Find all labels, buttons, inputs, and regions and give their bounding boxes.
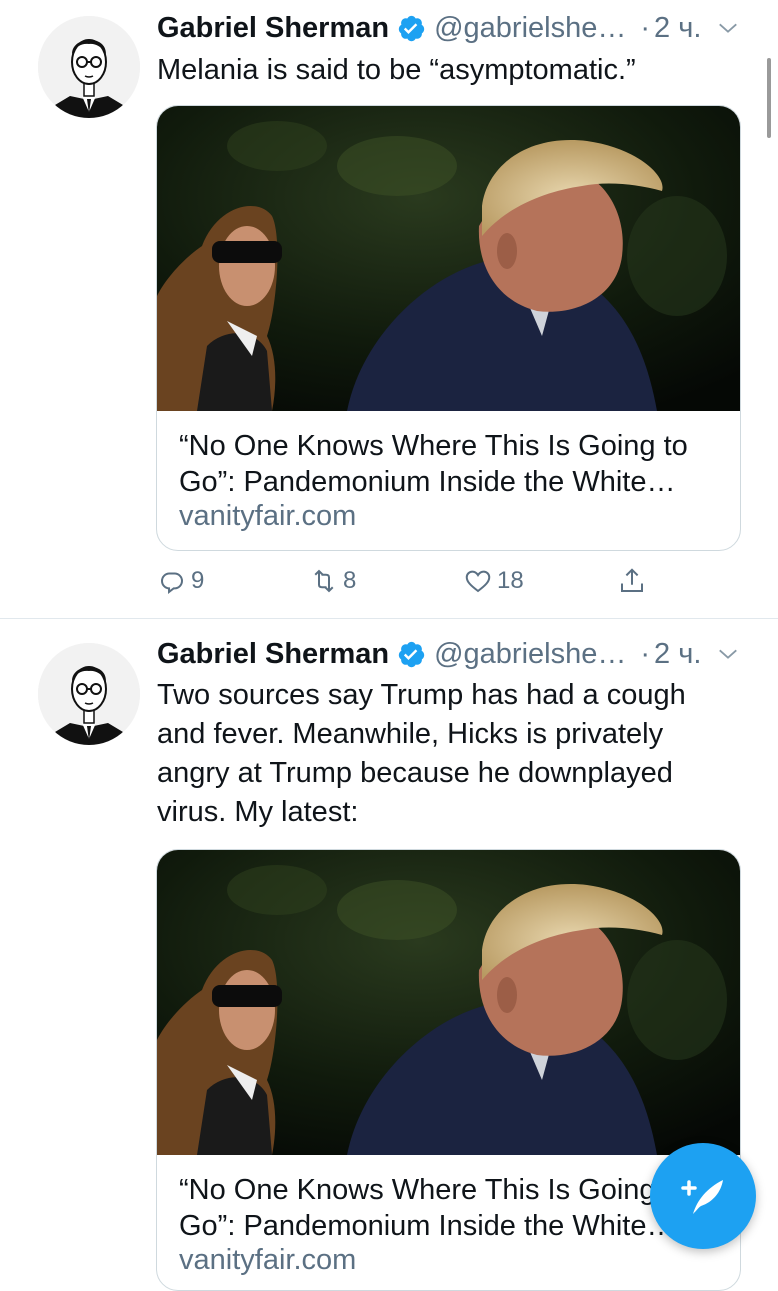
retweet-icon <box>314 569 334 593</box>
author-name[interactable]: Gabriel Sherman <box>157 12 389 45</box>
scrollbar[interactable] <box>767 58 771 138</box>
avatar[interactable] <box>38 643 140 745</box>
heart-icon <box>465 570 491 593</box>
tweet-text: Melania is said to be “asymptomatic.” <box>157 54 636 86</box>
reply-count: 9 <box>191 567 205 594</box>
chevron-down-icon[interactable] <box>717 643 739 665</box>
separator: · <box>640 11 651 44</box>
link-card[interactable]: “No One Knows Where This Is Going to Go”… <box>156 105 741 551</box>
chevron-down-icon[interactable] <box>717 17 739 39</box>
card-title: “No One Knows Where This Is Going to Go”… <box>179 1174 688 1242</box>
tweet-actions: 9 8 18 <box>157 566 677 602</box>
card-title: “No One Knows Where This Is Going to Go”… <box>179 430 688 498</box>
author-handle: @gabrielshe… <box>434 637 627 670</box>
share-icon <box>621 568 643 592</box>
retweet-button[interactable]: 8 <box>309 566 356 596</box>
author-name[interactable]: Gabriel Sherman <box>157 638 389 671</box>
compose-tweet-button[interactable] <box>650 1143 756 1249</box>
tweet[interactable]: Gabriel Sherman @gabrielshe… · 2 ч. Mela… <box>0 0 778 619</box>
avatar-illustration <box>38 16 140 118</box>
link-card[interactable]: “No One Knows Where This Is Going to Go”… <box>156 849 741 1291</box>
retweet-count: 8 <box>343 567 357 594</box>
compose-tweet-icon <box>681 1180 723 1214</box>
card-domain: vanityfair.com <box>179 500 357 532</box>
reply-icon <box>160 572 184 594</box>
separator: · <box>640 637 651 670</box>
tweet-header: Gabriel Sherman @gabrielshe… · 2 ч. <box>157 634 748 674</box>
reply-button[interactable]: 9 <box>157 566 204 596</box>
verified-badge-icon <box>398 15 425 41</box>
verified-badge-icon <box>398 641 425 667</box>
avatar-illustration <box>38 643 140 745</box>
like-count: 18 <box>497 567 524 594</box>
timestamp[interactable]: 2 ч. <box>654 638 701 671</box>
tweet-text: Two sources say Trump has had a cough an… <box>157 679 686 828</box>
card-image <box>157 850 740 1155</box>
avatar[interactable] <box>38 16 140 118</box>
tweet-header: Gabriel Sherman @gabrielshe… · 2 ч. <box>157 8 748 48</box>
like-button[interactable]: 18 <box>463 566 524 596</box>
card-domain: vanityfair.com <box>179 1244 357 1276</box>
author-handle: @gabrielshe… <box>434 11 627 44</box>
share-button[interactable] <box>617 566 651 596</box>
timestamp[interactable]: 2 ч. <box>654 12 701 45</box>
card-image <box>157 106 740 411</box>
